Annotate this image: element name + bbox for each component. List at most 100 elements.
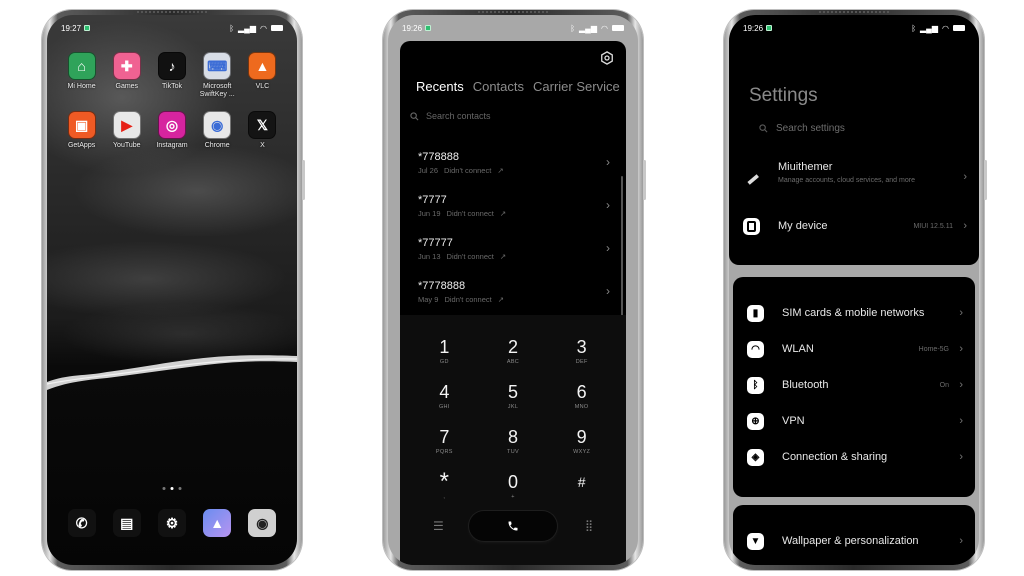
phone-icon[interactable]: ✆ xyxy=(67,509,96,537)
call-number: *7777 xyxy=(418,194,447,206)
app-x[interactable]: 𝕏X xyxy=(240,111,285,150)
dial-key-0[interactable]: 0 + xyxy=(479,472,548,506)
chevron-right-icon[interactable]: › xyxy=(606,284,610,298)
youtube-icon: ▶ xyxy=(112,111,141,139)
personalization-card: ▼ Wallpaper & personalization › xyxy=(733,505,975,565)
settings-row-sim-cards-mobile-networks[interactable]: ▮ SIM cards & mobile networks › xyxy=(733,295,975,331)
settings-row-label: Connection & sharing xyxy=(782,451,888,463)
bluetooth-status-icon: ᛒ xyxy=(911,23,917,33)
phone-call-icon xyxy=(508,521,518,531)
search-placeholder: Search settings xyxy=(776,123,845,134)
outgoing-call-icon: ↗ xyxy=(497,166,504,175)
app-label: Games xyxy=(115,83,139,90)
account-row[interactable]: ▬ Miuithemer Manage accounts, cloud serv… xyxy=(729,155,979,201)
gallery-icon[interactable]: ▲ xyxy=(203,509,232,537)
network-settings-card: ▮ SIM cards & mobile networks › ◠ WLAN Home-5… xyxy=(733,277,975,497)
search-contacts-input[interactable]: Search contacts xyxy=(410,111,491,121)
app-youtube[interactable]: ▶ YouTube xyxy=(104,111,149,150)
menu-icon[interactable]: ☰ xyxy=(433,519,444,533)
call-date: Jun 19 xyxy=(418,209,441,218)
settings-icon[interactable]: ⚙ xyxy=(157,509,186,537)
app-vlc[interactable]: ▲ VLC xyxy=(240,52,285,99)
app-swiftkey[interactable]: ⌨ Microsoft SwiftKey ... xyxy=(195,52,240,99)
key-letters: PQRS xyxy=(435,449,453,455)
app-tiktok[interactable]: ♪ TikTok xyxy=(149,52,194,99)
tab-contacts[interactable]: Contacts xyxy=(473,79,524,94)
chevron-right-icon: › xyxy=(963,171,967,183)
app-chrome[interactable]: ◉ Chrome xyxy=(195,111,240,150)
outgoing-call-icon: ↗ xyxy=(499,252,507,261)
dial-key-2[interactable]: 2 ABC xyxy=(479,337,548,371)
settings-row-bluetooth[interactable]: ᛒ Bluetooth On › xyxy=(733,367,975,403)
dial-key-hash[interactable]: # xyxy=(547,472,616,506)
chevron-right-icon: › xyxy=(959,307,963,319)
app-mi-home[interactable]: ⌂ Mi Home xyxy=(59,52,104,99)
settings-row-wlan[interactable]: ◠ WLAN Home-5G › xyxy=(733,331,975,367)
wallpaper-row[interactable]: ▼ Wallpaper & personalization › xyxy=(733,523,975,559)
page-dot[interactable] xyxy=(178,487,182,490)
status-bar: 19:26 ᛒ ▂▄▆ ◠ xyxy=(729,15,979,41)
bluetooth-status-icon: ᛒ xyxy=(229,23,235,33)
app-games[interactable]: ✚ Games xyxy=(104,52,149,99)
call-status: Didn't connect xyxy=(444,295,492,304)
search-settings-input[interactable]: Search settings xyxy=(759,123,845,134)
wifi-icon: ◠ xyxy=(747,340,764,358)
signal-icon: ▂▄▆ xyxy=(920,23,939,33)
app-instagram[interactable]: ◎ Instagram xyxy=(149,111,194,150)
tab-carrier-service[interactable]: Carrier Service xyxy=(533,79,620,94)
settings-screen: 19:26 ᛒ ▂▄▆ ◠ Settings Search settings ▬… xyxy=(729,15,979,565)
call-button[interactable] xyxy=(469,511,557,541)
wifi-status-icon: ◠ xyxy=(260,23,267,33)
wallpaper-icon: ▼ xyxy=(747,532,764,550)
app-label: GetApps xyxy=(67,142,96,149)
dial-key-8[interactable]: 8 TUV xyxy=(479,427,548,461)
home-screen: 19:27 ᛒ ▂▄▆ ◠ ⌂ Mi Home ✚ Games ♪ TikTok ⌨ Micr… xyxy=(47,15,297,565)
recent-call-row[interactable]: *778888 Jul 26 Didn't connect ↗ › xyxy=(400,141,626,184)
dial-key-9[interactable]: 9 WXYZ xyxy=(547,427,616,461)
tab-recents[interactable]: Recents xyxy=(416,79,464,94)
key-letters: MNO xyxy=(574,404,589,410)
call-date: May 9 xyxy=(418,295,439,304)
messages-icon[interactable]: ▤ xyxy=(112,509,141,537)
vlc-icon: ▲ xyxy=(248,52,277,80)
chevron-right-icon[interactable]: › xyxy=(606,241,610,255)
camera-icon[interactable]: ◉ xyxy=(248,509,277,537)
dial-key-star[interactable]: *, xyxy=(410,470,479,506)
dial-key-3[interactable]: 3 DEF xyxy=(547,337,616,371)
page-dot[interactable] xyxy=(170,487,174,490)
recent-call-row[interactable]: *7777 Jun 19 Didn't connect ↗ › xyxy=(400,184,626,227)
app-getapps[interactable]: ▣ GetApps xyxy=(59,111,104,150)
scrollbar[interactable] xyxy=(621,176,623,316)
settings-row-vpn[interactable]: ⊕ VPN › xyxy=(733,403,975,439)
chevron-right-icon[interactable]: › xyxy=(606,155,610,169)
wallpaper-wave xyxy=(47,355,297,390)
dial-key-7[interactable]: 7 PQRS xyxy=(410,427,479,461)
outgoing-call-icon: ↗ xyxy=(499,209,507,218)
dial-key-4[interactable]: 4 GHI xyxy=(410,382,479,416)
sim-card-icon: ▮ xyxy=(747,304,764,322)
dial-key-5[interactable]: 5 JKL xyxy=(479,382,548,416)
dialer-screen: 19:26 ᛒ ▂▄▆ ◠ Recents Contacts Carrier Ser… xyxy=(388,15,638,565)
call-status: Didn't connect xyxy=(446,209,494,218)
call-details: May 9 Didn't connect ↗ xyxy=(418,295,610,304)
dial-action-bar: ☰ ⣿ xyxy=(400,511,626,541)
recent-call-row[interactable]: *7778888 May 9 Didn't connect ↗ › xyxy=(400,270,626,313)
key-letters: DEF xyxy=(575,359,588,365)
chevron-right-icon: › xyxy=(959,379,963,391)
chevron-right-icon[interactable]: › xyxy=(606,198,610,212)
app-label: X xyxy=(260,142,265,149)
battery-icon xyxy=(953,25,965,31)
instagram-icon: ◎ xyxy=(157,111,186,139)
gear-icon[interactable] xyxy=(600,51,614,65)
call-details: Jun 19 Didn't connect ↗ xyxy=(418,209,610,218)
settings-row-connection-sharing[interactable]: ◈ Connection & sharing › xyxy=(733,439,975,475)
phone-settings: 19:26 ᛒ ▂▄▆ ◠ Settings Search settings ▬… xyxy=(724,10,987,570)
dial-key-6[interactable]: 6 MNO xyxy=(547,382,616,416)
dial-key-1[interactable]: 1 GD xyxy=(410,337,479,371)
dialpad-toggle-icon[interactable]: ⣿ xyxy=(585,519,593,532)
recent-call-row[interactable]: *77777 Jun 13 Didn't connect ↗ › xyxy=(400,227,626,270)
battery-icon xyxy=(271,25,283,31)
page-dot[interactable] xyxy=(162,487,166,490)
notification-icon xyxy=(766,25,773,31)
my-device-row[interactable]: My device MIUI 12.5.11 › xyxy=(729,208,979,244)
